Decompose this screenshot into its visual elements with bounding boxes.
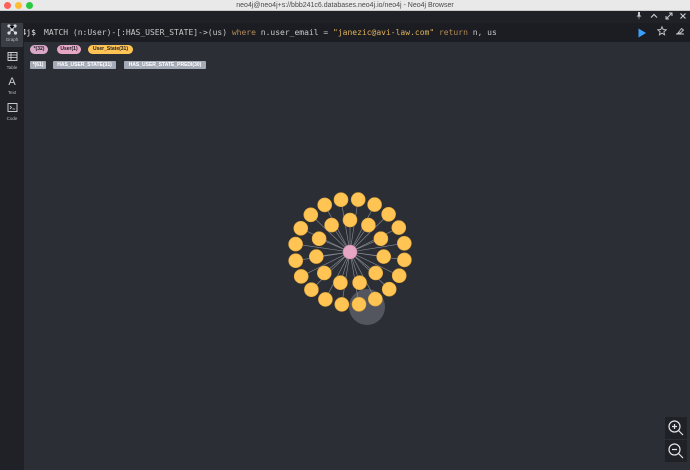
user-state-node[interactable] bbox=[334, 297, 350, 312]
user-state-node[interactable] bbox=[324, 217, 339, 233]
user-state-node[interactable] bbox=[293, 221, 309, 236]
user-state-node[interactable] bbox=[350, 192, 366, 207]
user-state-node[interactable] bbox=[308, 249, 324, 264]
user-state-node[interactable] bbox=[361, 217, 376, 233]
user-state-node[interactable] bbox=[303, 207, 319, 223]
window-titlebar: neo4j@neo4j+s://bbb241c6.databases.neo4j… bbox=[0, 0, 690, 11]
sidebar-item-text[interactable]: A Text bbox=[1, 76, 23, 100]
graph-canvas[interactable] bbox=[24, 72, 690, 470]
window-title: neo4j@neo4j+s://bbb241c6.databases.neo4j… bbox=[236, 2, 454, 9]
result-view-sidebar: Graph Table A Text Code bbox=[0, 23, 24, 470]
play-icon bbox=[638, 28, 646, 38]
query-token: "janezic@avi-law.com" bbox=[333, 28, 435, 37]
zoom-in-icon bbox=[668, 420, 684, 436]
sidebar-item-label: Table bbox=[6, 65, 18, 70]
user-state-node[interactable] bbox=[293, 269, 309, 284]
frame-topbar bbox=[0, 11, 690, 23]
user-state-node[interactable] bbox=[317, 197, 333, 213]
sidebar-item-table[interactable]: Table bbox=[1, 51, 23, 75]
user-state-node[interactable] bbox=[391, 220, 407, 235]
eraser-icon bbox=[676, 27, 685, 35]
user-node[interactable] bbox=[342, 244, 358, 260]
user-state-node[interactable] bbox=[333, 275, 348, 290]
expand-icon[interactable] bbox=[663, 12, 675, 22]
user-state-node[interactable] bbox=[316, 265, 332, 281]
code-icon bbox=[1, 102, 23, 116]
user-state-node[interactable] bbox=[391, 268, 407, 283]
user-state-node[interactable] bbox=[311, 231, 327, 246]
user-state-node[interactable] bbox=[373, 231, 389, 246]
sidebar-item-graph[interactable]: Graph bbox=[1, 23, 23, 47]
user-state-node[interactable] bbox=[288, 253, 304, 268]
user-state-node[interactable] bbox=[288, 236, 303, 252]
chevron-up-icon[interactable] bbox=[648, 12, 660, 22]
zoom-out-icon bbox=[668, 443, 684, 459]
user-state-node[interactable] bbox=[376, 249, 392, 264]
user-state-node[interactable] bbox=[367, 197, 382, 212]
query-token: MATCH (n:User)-[:HAS_USER_STATE]->(us) bbox=[44, 28, 232, 37]
user-state-node[interactable] bbox=[381, 207, 396, 222]
neo4j-browser-window: neo4j@neo4j+s://bbb241c6.databases.neo4j… bbox=[0, 0, 690, 470]
favorite-button[interactable] bbox=[656, 25, 667, 38]
sidebar-item-label: Graph bbox=[5, 37, 19, 42]
sidebar-item-label: Code bbox=[6, 116, 18, 121]
user-state-node[interactable] bbox=[381, 281, 397, 297]
user-state-node[interactable] bbox=[351, 297, 367, 312]
text-icon: A bbox=[8, 76, 16, 88]
legend-node-user-state[interactable]: User_State(31) bbox=[88, 45, 133, 54]
legend-node-user[interactable]: User(1) bbox=[57, 45, 81, 54]
legend-node-all[interactable]: *(32) bbox=[30, 45, 48, 54]
query-token: where bbox=[231, 28, 256, 37]
user-state-node[interactable] bbox=[352, 275, 367, 290]
query-text[interactable]: MATCH (n:User)-[:HAS_USER_STATE]->(us) w… bbox=[44, 27, 497, 38]
run-query-button[interactable] bbox=[636, 26, 648, 38]
user-state-node[interactable] bbox=[333, 192, 349, 207]
zoom-out-button[interactable] bbox=[665, 440, 687, 462]
user-state-node[interactable] bbox=[318, 292, 333, 307]
user-state-node[interactable] bbox=[368, 265, 384, 281]
user-state-node[interactable] bbox=[367, 291, 383, 307]
close-icon[interactable] bbox=[677, 12, 689, 22]
sidebar-item-code[interactable]: Code bbox=[1, 102, 23, 126]
legend-rel-has-user-state[interactable]: HAS_USER_STATE(31) bbox=[53, 61, 116, 69]
user-state-node[interactable] bbox=[342, 212, 358, 228]
query-token: n.user_email = bbox=[255, 28, 333, 37]
user-state-node[interactable] bbox=[304, 282, 319, 297]
table-icon bbox=[1, 51, 23, 65]
editor-pin-button[interactable] bbox=[674, 26, 686, 38]
sidebar-item-label: Text bbox=[7, 90, 17, 95]
user-state-node[interactable] bbox=[397, 252, 412, 268]
star-icon bbox=[656, 25, 667, 36]
user-state-node[interactable] bbox=[396, 236, 412, 251]
query-token: return bbox=[438, 28, 468, 37]
query-token: n, us bbox=[467, 28, 497, 37]
legend-rel-all[interactable]: *(61) bbox=[30, 61, 46, 69]
zoom-in-button[interactable] bbox=[665, 417, 687, 439]
legend-rel-has-user-state-predi[interactable]: HAS_USER_STATE_PREDI(30) bbox=[124, 61, 206, 69]
pin-icon[interactable] bbox=[633, 12, 645, 22]
graph-icon bbox=[1, 23, 23, 37]
